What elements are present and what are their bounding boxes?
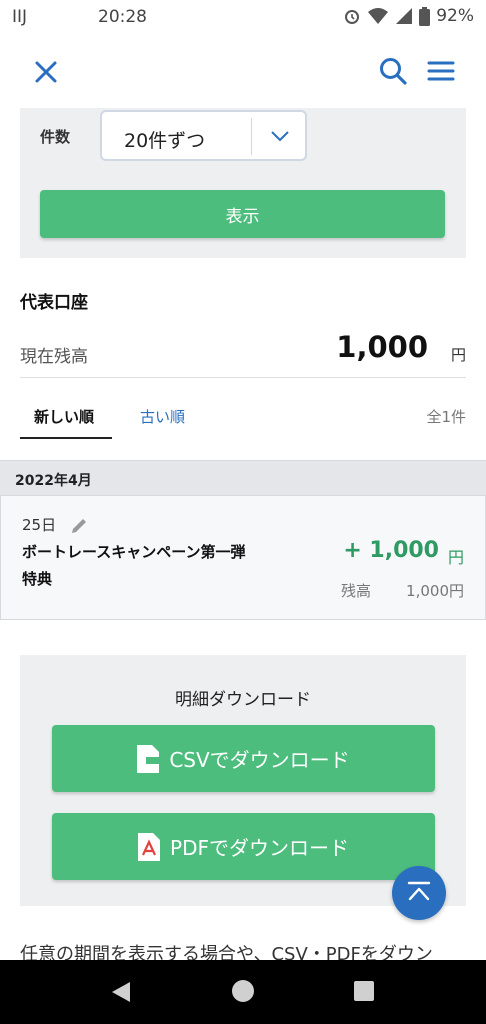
transaction-amount: + 1,000 [343,538,439,563]
download-title: 明細ダウンロード [175,690,311,710]
transaction-balance-label: 残高 [340,582,371,600]
filter-panel: 件数 20件ずつ 表示 [20,108,466,258]
search-icon[interactable] [378,56,408,86]
scroll-top-button[interactable] [392,866,446,920]
month-label: 2022年4月 [15,473,92,489]
tab-newest[interactable]: 新しい順 [34,406,94,427]
system-navigation-bar [0,960,486,1024]
balance-label: 現在残高 [20,347,88,367]
csv-file-icon [137,744,160,773]
status-icons: 92% [343,6,474,26]
pdf-file-icon [138,832,161,861]
home-icon[interactable] [232,980,254,1002]
close-icon[interactable] [30,56,62,88]
transaction-balance: 1,000円 [406,582,464,600]
top-navigation [0,36,486,108]
csv-download-button[interactable]: CSVでダウンロード [52,725,435,792]
divider [20,377,466,378]
transaction-description: ボートレースキャンペーン第一弾特典 [22,543,246,588]
wifi-icon [368,8,389,24]
carrier-name: IIJ [12,7,28,27]
month-header: 2022年4月 [0,460,486,496]
balance-amount: 1,000 [336,330,428,364]
status-bar: IIJ 20:28 92% [0,0,486,36]
download-panel: 明細ダウンロード CSVでダウンロード PDFでダウンロード [20,655,466,906]
recent-apps-icon[interactable] [354,981,374,1001]
total-count: 全1件 [426,408,466,426]
balance-unit: 円 [450,346,466,364]
account-name: 代表口座 [20,293,88,313]
battery-level: 92% [436,6,474,26]
transaction-row: 25日 ボートレースキャンペーン第一弾特典 + 1,000 円 残高 1,000… [0,496,486,620]
battery-icon [419,6,431,26]
active-tab-indicator [20,437,112,439]
chevron-down-icon [271,131,289,142]
pdf-download-label: PDFでダウンロード [170,836,349,860]
count-select[interactable]: 20件ずつ [100,110,307,161]
show-button[interactable]: 表示 [40,190,445,238]
pdf-download-button[interactable]: PDFでダウンロード [52,813,435,880]
transaction-date: 25日 [22,516,57,534]
tab-oldest[interactable]: 古い順 [140,406,185,427]
csv-download-label: CSVでダウンロード [169,748,350,772]
count-label: 件数 [40,128,71,146]
menu-icon[interactable] [426,56,456,86]
status-time: 20:28 [98,7,147,27]
signal-icon [396,8,413,24]
transaction-unit: 円 [447,548,464,567]
scroll-top-icon [407,881,431,901]
select-divider [251,118,252,155]
pencil-icon[interactable] [69,516,89,536]
back-icon[interactable] [110,980,132,1004]
alarm-icon [345,10,360,24]
count-select-value: 20件ずつ [124,130,206,152]
